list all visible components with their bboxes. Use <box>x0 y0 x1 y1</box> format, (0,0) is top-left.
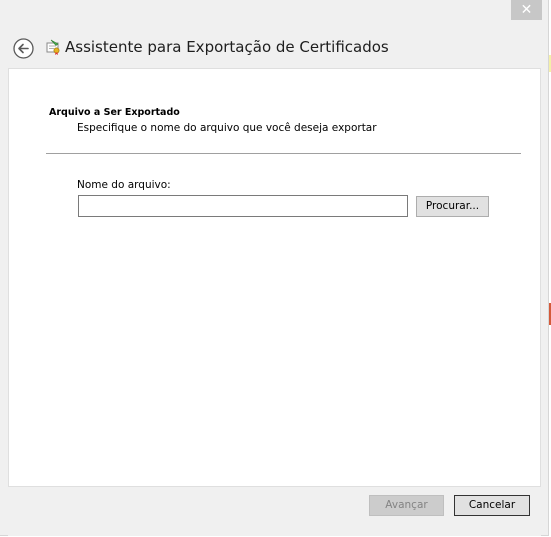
close-icon: ✕ <box>520 2 533 18</box>
close-button[interactable]: ✕ <box>511 0 542 20</box>
section-title: Arquivo a Ser Exportado <box>49 107 180 118</box>
wizard-header: Assistente para Exportação de Certificad… <box>8 30 541 68</box>
wizard-window: ✕ Assistente para Exportação de Certific… <box>0 0 549 536</box>
file-name-input[interactable] <box>78 195 408 217</box>
next-button[interactable]: Avançar <box>369 495 444 516</box>
header-separator <box>46 153 521 154</box>
title-bar: ✕ <box>0 0 549 24</box>
browse-button[interactable]: Procurar... <box>416 196 489 217</box>
cancel-button[interactable]: Cancelar <box>454 495 530 516</box>
certificate-icon <box>46 39 60 55</box>
wizard-title: Assistente para Exportação de Certificad… <box>65 38 389 56</box>
back-arrow-icon[interactable] <box>13 38 34 59</box>
file-name-label: Nome do arquivo: <box>77 179 171 191</box>
section-subtitle: Especifique o nome do arquivo que você d… <box>77 122 377 134</box>
